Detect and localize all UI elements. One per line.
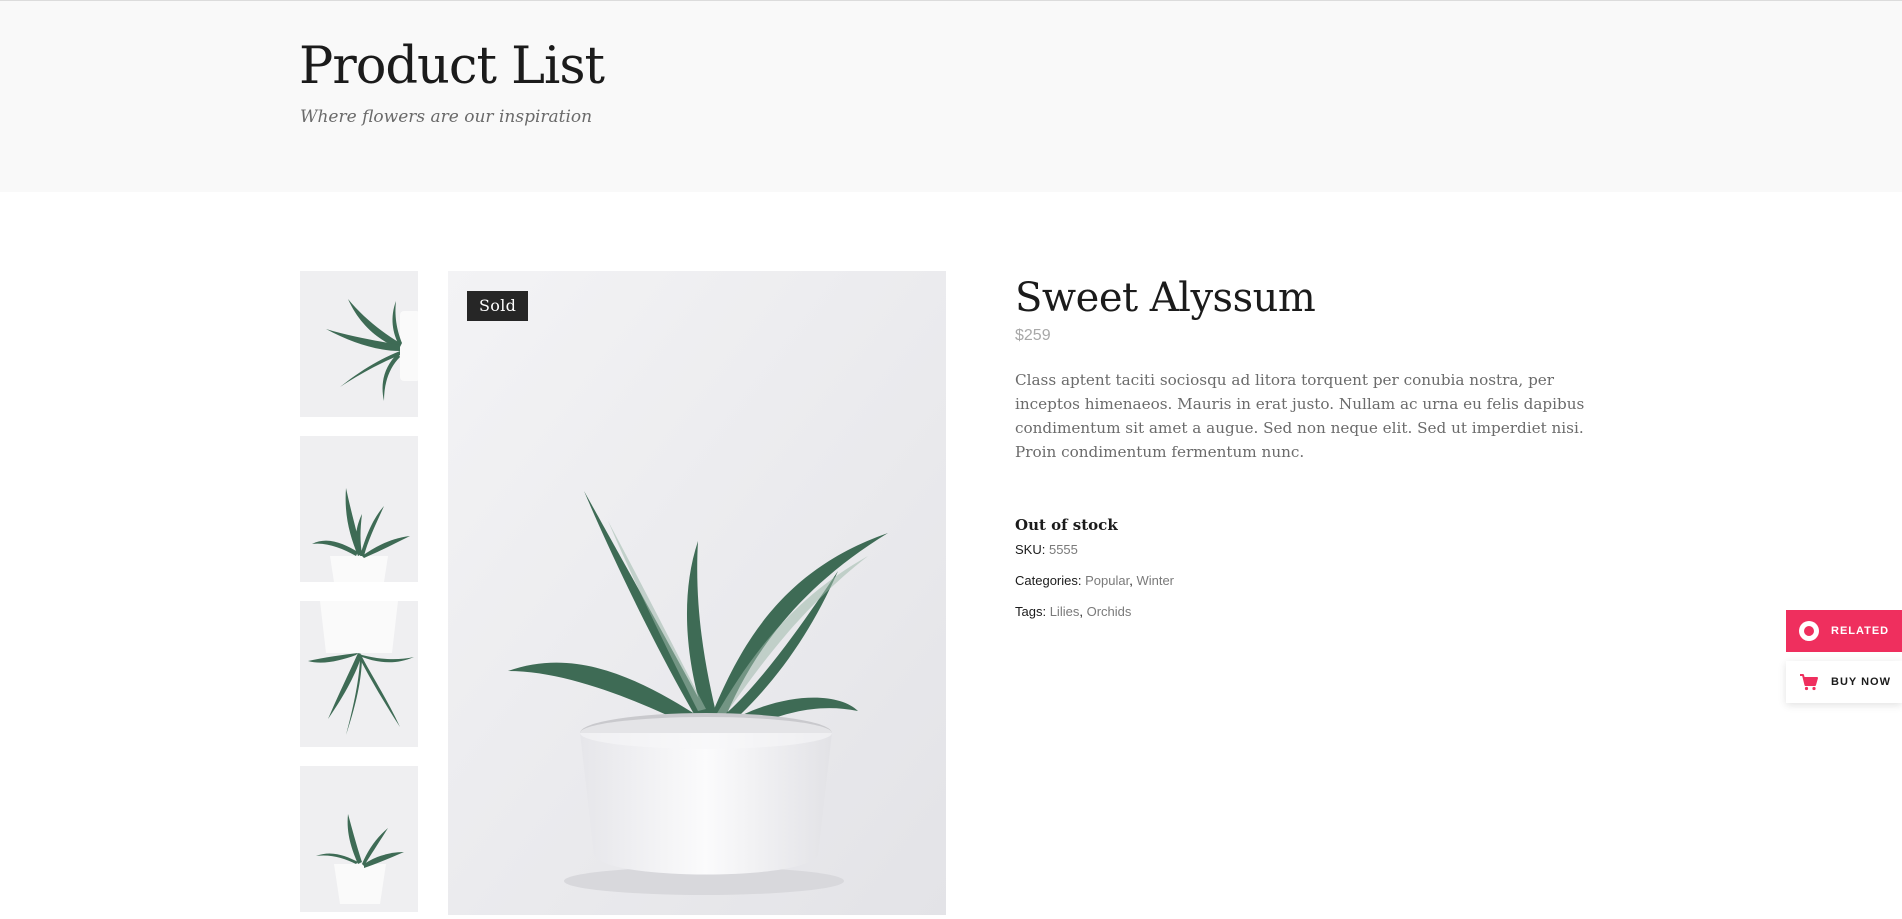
tags-label: Tags: [1015,604,1047,619]
main-product-image[interactable]: Sold [448,271,946,915]
stock-status: Out of stock [1015,516,1118,534]
plant-pot-small-image [300,766,418,912]
page-title: Product List [299,37,605,96]
tags-row: Tags: Lilies, Orchids [1015,604,1132,619]
product-price: $259 [1015,327,1051,344]
product-description: Class aptent taciti sociosqu ad litora t… [1015,371,1585,461]
thumbnail-1[interactable] [300,271,418,417]
cart-icon [1797,670,1821,694]
buy-now-button[interactable]: BUY NOW [1786,661,1902,703]
related-icon [1797,619,1821,643]
sku-label: SKU: [1015,542,1046,557]
related-button[interactable]: RELATED [1786,610,1902,652]
categories-label: Categories: [1015,573,1082,588]
sold-badge: Sold [467,291,529,321]
potted-plant-image [448,271,946,915]
thumbnail-2[interactable] [300,436,418,582]
plant-upside-down-image [300,601,418,747]
thumbnail-3[interactable] [300,601,418,747]
categories-row: Categories: Popular, Winter [1015,573,1175,588]
buy-now-label: BUY NOW [1831,676,1891,688]
tag-link-lilies[interactable]: Lilies [1050,604,1080,619]
product-title: Sweet Alyssum [1015,275,1316,321]
plant-pot-image [300,436,418,582]
category-link-popular[interactable]: Popular [1085,573,1129,588]
page-subtitle: Where flowers are our inspiration [300,107,593,127]
page-header: Product List Where flowers are our inspi… [0,0,1902,192]
category-link-winter[interactable]: Winter [1136,573,1174,588]
plant-sideways-image [300,271,418,417]
tag-link-orchids[interactable]: Orchids [1087,604,1132,619]
thumbnail-4[interactable] [300,766,418,912]
sku-value: 5555 [1048,542,1078,557]
sku-row: SKU: 5555 [1015,542,1078,557]
related-label: RELATED [1831,625,1890,637]
